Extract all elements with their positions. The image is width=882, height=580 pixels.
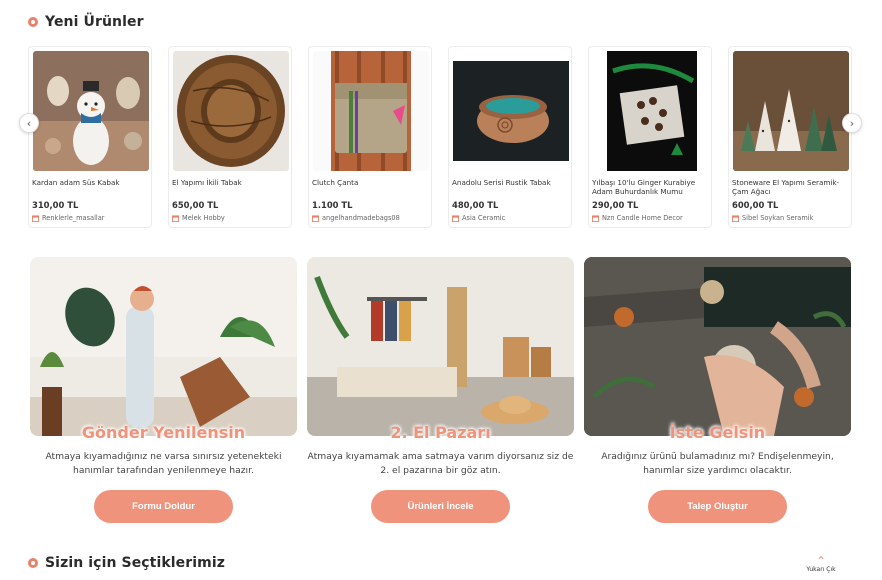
product-image[interactable] <box>173 51 289 171</box>
product-image[interactable] <box>593 51 709 171</box>
create-request-button[interactable]: Talep Oluştur <box>648 490 787 523</box>
product-price: 290,00 TL <box>592 200 639 210</box>
product-image[interactable] <box>33 51 149 171</box>
product-image[interactable] <box>453 51 569 171</box>
promo-title: İste Gelsin <box>669 423 766 442</box>
product-name[interactable]: Yılbaşı 10'lu Ginger Kurabiye Adam Buhur… <box>592 178 710 196</box>
bullet-dot-icon <box>28 17 38 27</box>
promo-renew: Gönder Yenilensin Atmaya kıyamadığınız n… <box>30 257 297 523</box>
product-seller[interactable]: Sibel Soykan Seramik <box>732 214 813 222</box>
product-image[interactable] <box>313 51 429 171</box>
promo-title: Gönder Yenilensin <box>81 423 246 442</box>
product-price: 650,00 TL <box>172 200 219 210</box>
product-name[interactable]: El Yapımı İkili Tabak <box>172 178 290 187</box>
product-carousel: Kardan adam Süs Kabak 310,00 TL Renklerl… <box>28 46 852 228</box>
product-card[interactable]: Stoneware El Yapımı Seramik-Çam Ağacı 60… <box>728 46 852 228</box>
carousel-next-button[interactable]: › <box>842 113 862 133</box>
product-name[interactable]: Anadolu Serisi Rustik Tabak <box>452 178 570 187</box>
product-seller[interactable]: Renklerle_masallar <box>32 214 104 222</box>
shop-icon <box>452 214 459 222</box>
promo-image <box>30 257 297 436</box>
promo-title: 2. El Pazarı <box>390 423 491 442</box>
seller-name: Melek Hobby <box>182 214 225 222</box>
carousel-prev-button[interactable]: ‹ <box>19 113 39 133</box>
product-price: 600,00 TL <box>732 200 779 210</box>
product-card[interactable]: El Yapımı İkili Tabak 650,00 TL Melek Ho… <box>168 46 292 228</box>
promo-description: Atmaya kıyamamak ama satmaya varım diyor… <box>307 451 574 476</box>
seller-name: Sibel Soykan Seramik <box>742 214 814 222</box>
product-seller[interactable]: angelhandmadebags08 <box>312 214 400 222</box>
promo-description: Atmaya kıyamadığınız ne varsa sınırsız y… <box>45 451 282 476</box>
product-seller[interactable]: Asia Ceramic <box>452 214 505 222</box>
promo-image <box>584 257 851 436</box>
shop-icon <box>732 214 739 222</box>
fill-form-button[interactable]: Formu Doldur <box>94 490 233 523</box>
product-price: 480,00 TL <box>452 200 499 210</box>
picks-title: Sizin için Seçtiklerimiz <box>45 555 226 571</box>
new-products-title: Yeni Ürünler <box>45 14 144 30</box>
product-price: 1.100 TL <box>312 200 353 210</box>
product-name[interactable]: Clutch Çanta <box>312 178 430 187</box>
shop-icon <box>312 214 319 222</box>
bullet-dot-icon <box>28 558 38 568</box>
promo-description: Aradığınız ürünü bulamadınız mı? Endişel… <box>601 451 834 476</box>
scroll-to-top-button[interactable]: ⌃ Yukarı Çık <box>803 554 839 573</box>
chevron-left-icon: ‹ <box>26 116 32 130</box>
product-card[interactable]: Anadolu Serisi Rustik Tabak 480,00 TL As… <box>448 46 572 228</box>
product-card[interactable]: Kardan adam Süs Kabak 310,00 TL Renklerl… <box>28 46 152 228</box>
chevron-up-icon: ⌃ <box>815 554 827 568</box>
seller-name: Asia Ceramic <box>462 214 506 222</box>
seller-name: Renklerle_masallar <box>42 214 105 222</box>
promo-second-hand: 2. El Pazarı Atmaya kıyamamak ama satmay… <box>307 257 574 523</box>
product-seller[interactable]: Nzn Candle Home Decor <box>592 214 683 222</box>
shop-icon <box>592 214 599 222</box>
view-products-button[interactable]: Ürünleri İncele <box>371 490 510 523</box>
product-name[interactable]: Stoneware El Yapımı Seramik-Çam Ağacı <box>732 178 850 196</box>
new-products-header: Yeni Ürünler <box>28 14 144 30</box>
seller-name: Nzn Candle Home Decor <box>602 214 683 222</box>
product-name[interactable]: Kardan adam Süs Kabak <box>32 178 150 187</box>
shop-icon <box>32 214 39 222</box>
seller-name: angelhandmadebags08 <box>322 214 400 222</box>
product-card[interactable]: Clutch Çanta 1.100 TL angelhandmadebags0… <box>308 46 432 228</box>
promo-image <box>307 257 574 436</box>
chevron-right-icon: › <box>849 116 855 130</box>
product-seller[interactable]: Melek Hobby <box>172 214 225 222</box>
picks-header: Sizin için Seçtiklerimiz <box>28 555 225 571</box>
shop-icon <box>172 214 179 222</box>
product-price: 310,00 TL <box>32 200 79 210</box>
product-image[interactable] <box>733 51 849 171</box>
promo-request: İste Gelsin Aradığınız ürünü bulamadınız… <box>584 257 851 523</box>
product-card[interactable]: Yılbaşı 10'lu Ginger Kurabiye Adam Buhur… <box>588 46 712 228</box>
scroll-to-top-label: Yukarı Çık <box>806 566 836 573</box>
